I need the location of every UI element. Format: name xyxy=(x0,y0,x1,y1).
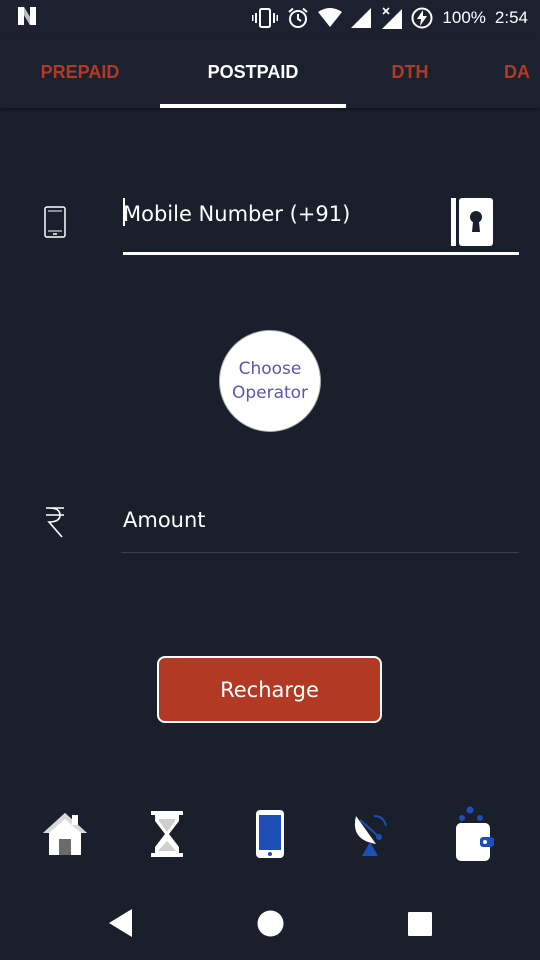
status-time: 2:54 xyxy=(494,8,528,27)
nav-wallet[interactable] xyxy=(444,805,504,867)
mobile-number-underline xyxy=(123,252,519,255)
text-cursor xyxy=(123,198,125,226)
signal-icon xyxy=(351,8,372,28)
amount-underline xyxy=(121,552,519,553)
mobile-number-input[interactable] xyxy=(123,192,443,236)
tab-data[interactable]: DA xyxy=(504,36,540,108)
choose-operator-button[interactable]: Choose Operator xyxy=(219,330,321,432)
active-tab-indicator xyxy=(160,104,346,108)
nav-dth[interactable] xyxy=(342,805,402,867)
tab-postpaid[interactable]: POSTPAID xyxy=(160,36,346,108)
wallet-icon xyxy=(452,805,496,867)
status-bar: 100% 2:54 xyxy=(0,0,540,36)
tab-bar: PREPAID POSTPAID DTH DA xyxy=(0,36,540,108)
tab-prepaid[interactable]: PREPAID xyxy=(0,36,160,108)
bottom-nav xyxy=(0,805,540,875)
contact-book-icon xyxy=(451,198,493,250)
alarm-icon xyxy=(287,7,309,29)
home-circle-icon[interactable] xyxy=(257,910,284,941)
wifi-icon xyxy=(318,8,343,28)
recharge-button[interactable]: Recharge xyxy=(157,656,382,723)
status-left xyxy=(16,5,38,31)
system-navigation-bar xyxy=(0,886,540,960)
vibrate-icon xyxy=(252,8,279,28)
mobile-phone-icon xyxy=(44,206,66,242)
home-icon xyxy=(41,811,89,861)
tab-dth[interactable]: DTH xyxy=(346,36,474,108)
nav-mobile-recharge[interactable] xyxy=(240,805,300,867)
battery-charging-icon xyxy=(411,7,433,29)
contacts-button[interactable] xyxy=(451,198,493,246)
signal-no-data-icon xyxy=(380,7,403,29)
recents-square-icon[interactable] xyxy=(408,912,432,940)
nav-home[interactable] xyxy=(35,805,95,867)
hourglass-icon xyxy=(151,811,183,861)
status-right: 100% 2:54 xyxy=(252,7,528,29)
battery-percent: 100% xyxy=(442,8,486,27)
mobile-recharge-icon xyxy=(256,810,284,862)
amount-input[interactable] xyxy=(123,498,519,542)
back-icon[interactable] xyxy=(108,908,134,942)
rupee-icon xyxy=(44,506,66,542)
satellite-dish-icon xyxy=(352,812,392,860)
nav-history[interactable] xyxy=(137,805,197,867)
android-n-icon xyxy=(16,5,38,31)
